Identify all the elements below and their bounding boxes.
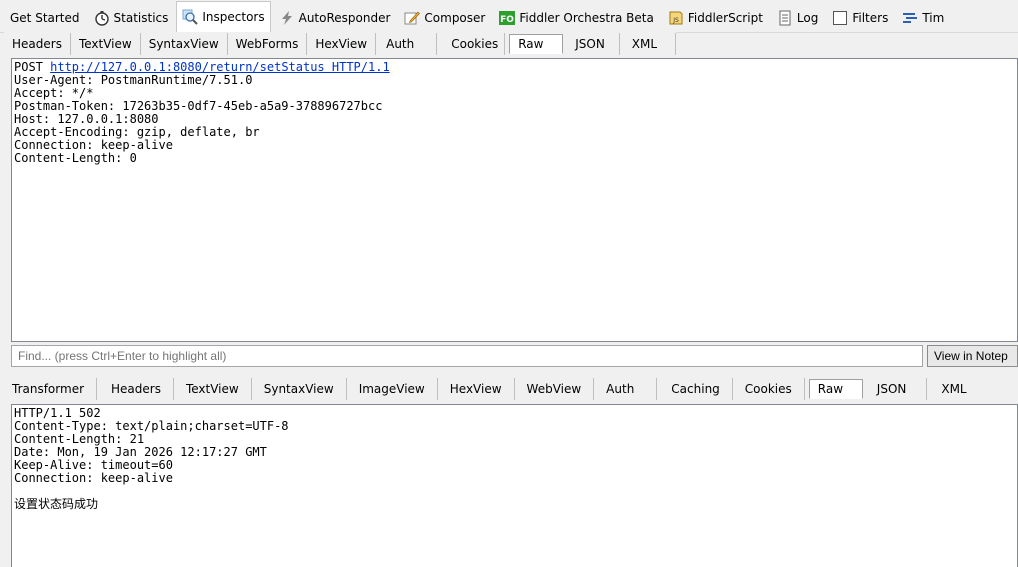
lightning-icon: [279, 10, 295, 26]
tab-fiddler-orchestra[interactable]: FO Fiddler Orchestra Beta: [493, 2, 660, 32]
req-tab-raw[interactable]: Raw: [509, 34, 564, 54]
tab-label: AutoResponder: [298, 10, 391, 25]
resp-tab-webview[interactable]: WebView: [515, 378, 595, 400]
request-url-link[interactable]: http://127.0.0.1:8080/return/setStatus H…: [50, 60, 390, 74]
tab-label: FiddlerScript: [687, 10, 763, 25]
resp-tab-json[interactable]: JSON: [863, 378, 928, 400]
request-header-line: Accept: */*: [14, 86, 94, 100]
req-tab-json[interactable]: JSON: [563, 33, 620, 55]
resp-tab-imageview[interactable]: ImageView: [347, 378, 438, 400]
request-method: POST: [14, 60, 51, 74]
tab-label: Composer: [424, 10, 486, 25]
tab-composer[interactable]: Composer: [398, 2, 491, 32]
svg-text:JS: JS: [672, 17, 679, 24]
request-header-line: Postman-Token: 17263b35-0df7-45eb-a5a9-3…: [14, 99, 383, 113]
response-header-line: Content-Length: 21: [14, 432, 145, 446]
req-tab-hexview[interactable]: HexView: [307, 33, 377, 55]
response-raw-text[interactable]: HTTP/1.1 502 Content-Type: text/plain;ch…: [11, 404, 1018, 567]
resp-tab-caching[interactable]: Caching: [657, 378, 733, 400]
request-header-line: Host: 127.0.0.1:8080: [14, 112, 159, 126]
response-header-line: Keep-Alive: timeout=60: [14, 458, 173, 472]
req-tab-xml[interactable]: XML: [620, 33, 677, 55]
stopwatch-icon: [94, 10, 110, 26]
tab-get-started[interactable]: Get Started: [4, 2, 86, 32]
js-icon: JS: [668, 10, 684, 26]
tab-label: Filters: [852, 10, 889, 25]
tab-timeline[interactable]: Tim: [896, 2, 950, 32]
tab-label: Get Started: [10, 10, 80, 25]
req-tab-textview[interactable]: TextView: [71, 33, 141, 55]
request-header-line: Content-Length: 0: [14, 151, 137, 165]
req-tab-auth[interactable]: Auth: [376, 33, 438, 55]
request-header-line: Connection: keep-alive: [14, 138, 173, 152]
tab-label: Inspectors: [202, 10, 265, 24]
view-in-notepad-button[interactable]: View in Notep: [927, 345, 1018, 367]
tab-label: Tim: [922, 10, 945, 25]
req-tab-webforms[interactable]: WebForms: [228, 33, 308, 55]
tab-log[interactable]: Log: [771, 2, 824, 32]
response-header-line: Date: Mon, 19 Jan 2026 12:17:27 GMT: [14, 445, 267, 459]
tab-label: Log: [796, 10, 819, 25]
request-raw-text[interactable]: POST http://127.0.0.1:8080/return/setSta…: [11, 58, 1018, 342]
response-status-line: HTTP/1.1 502: [14, 406, 101, 420]
req-tab-headers[interactable]: Headers: [4, 33, 71, 55]
response-header-line: Connection: keep-alive: [14, 471, 173, 485]
response-header-line: Content-Type: text/plain;charset=UTF-8: [14, 419, 289, 433]
svg-text:FO: FO: [500, 15, 514, 25]
request-header-line: User-Agent: PostmanRuntime/7.51.0: [14, 73, 253, 87]
request-inspector-tabs: Headers TextView SyntaxView WebForms Hex…: [4, 32, 677, 56]
tab-filters[interactable]: Filters: [826, 2, 894, 32]
resp-tab-syntaxview[interactable]: SyntaxView: [252, 378, 347, 400]
find-bar: View in Notep: [11, 344, 1018, 368]
log-icon: [777, 10, 793, 26]
tab-inspectors[interactable]: Inspectors: [176, 1, 271, 32]
main-toolbar-tabs: Get Started Statistics Inspectors AutoRe…: [0, 0, 1018, 33]
find-input[interactable]: [11, 345, 923, 367]
tab-label: Statistics: [113, 10, 169, 25]
resp-tab-raw[interactable]: Raw: [808, 379, 863, 399]
tab-fiddlerscript[interactable]: JS FiddlerScript: [662, 2, 769, 32]
tab-statistics[interactable]: Statistics: [88, 2, 175, 32]
checkbox-icon: [832, 10, 848, 26]
resp-tab-auth[interactable]: Auth: [594, 378, 658, 400]
resp-tab-headers[interactable]: Headers: [97, 378, 174, 400]
resp-tab-xml[interactable]: XML: [927, 378, 982, 400]
response-body: 设置状态码成功: [14, 497, 99, 511]
resp-tab-transformer[interactable]: Transformer: [4, 378, 98, 400]
resp-tab-hexview[interactable]: HexView: [438, 378, 515, 400]
fo-icon: FO: [499, 10, 516, 26]
pencil-icon: [404, 10, 421, 26]
tab-label: Fiddler Orchestra Beta: [519, 10, 654, 25]
resp-tab-textview[interactable]: TextView: [174, 378, 252, 400]
req-tab-cookies[interactable]: Cookies: [437, 33, 506, 55]
response-inspector-tabs: Transformer Headers TextView SyntaxView …: [4, 377, 983, 401]
tab-autoresponder[interactable]: AutoResponder: [273, 2, 397, 32]
pane-splitter[interactable]: [0, 369, 1018, 375]
request-header-line: Accept-Encoding: gzip, deflate, br: [14, 125, 260, 139]
req-tab-syntaxview[interactable]: SyntaxView: [141, 33, 228, 55]
magnifier-icon: [182, 9, 199, 25]
timeline-icon: [902, 10, 918, 26]
resp-tab-cookies[interactable]: Cookies: [733, 378, 805, 400]
